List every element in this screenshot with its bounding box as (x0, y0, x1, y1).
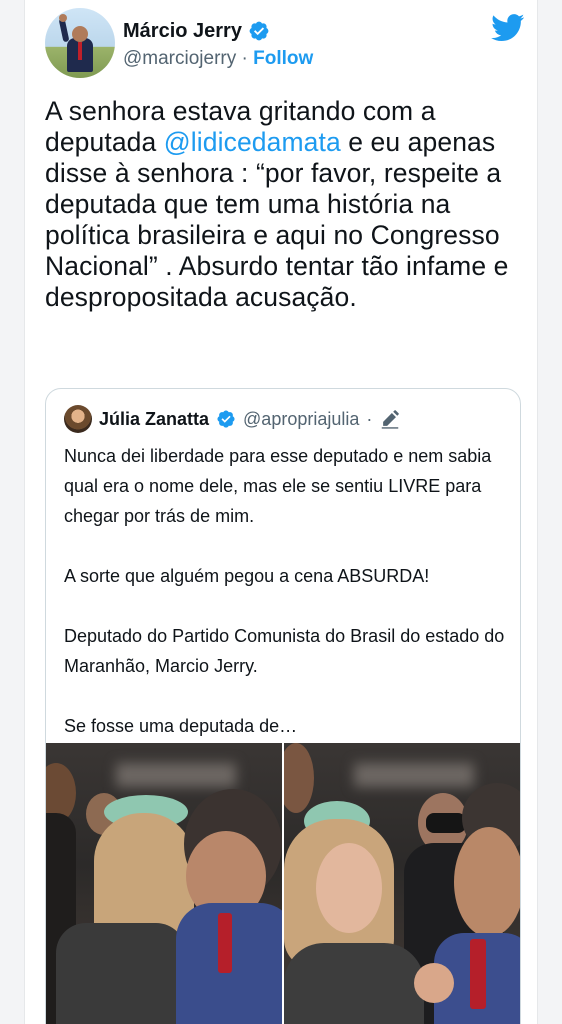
edit-pen-icon (382, 410, 400, 429)
quoted-media (46, 743, 520, 1024)
verified-badge-icon (217, 410, 235, 428)
media-photo-2[interactable] (284, 743, 520, 1024)
author-handle-row: @marciojerry · Follow (123, 48, 313, 70)
quoted-paragraph: Deputado do Partido Comunista do Brasil … (64, 626, 505, 676)
separator-dot: · (236, 48, 254, 69)
twitter-bird-icon[interactable] (491, 14, 525, 42)
quoted-author-name[interactable]: Júlia Zanatta (99, 409, 209, 430)
media-photo-1[interactable] (46, 743, 282, 1024)
verified-badge-icon (249, 21, 269, 41)
mention-link[interactable]: @lidicedamata (164, 127, 341, 157)
tweet-text: A senhora estava gritando com a deputada… (45, 96, 521, 313)
follow-button[interactable]: Follow (253, 48, 313, 69)
quoted-author-avatar[interactable] (64, 405, 92, 433)
quoted-author-handle[interactable]: @apropriajulia (243, 409, 359, 430)
quoted-header: Júlia Zanatta @apropriajulia · (64, 405, 401, 433)
author-handle[interactable]: @marciojerry (123, 48, 236, 69)
author-name-row: Márcio Jerry (123, 18, 270, 44)
quoted-paragraph: Nunca dei liberdade para esse deputado e… (64, 446, 492, 526)
separator-dot: · (366, 408, 373, 429)
quoted-tweet[interactable]: Júlia Zanatta @apropriajulia · Nunca dei… (45, 388, 521, 1024)
quoted-paragraph: A sorte que alguém pegou a cena ABSURDA! (64, 566, 430, 586)
quoted-text: Nunca dei liberdade para esse deputado e… (64, 441, 509, 741)
quoted-paragraph: Se fosse uma deputada de… (64, 716, 298, 736)
author-avatar[interactable] (45, 8, 115, 78)
author-name[interactable]: Márcio Jerry (123, 20, 242, 43)
tweet-header: Márcio Jerry @marciojerry · Follow (45, 8, 525, 80)
tweet-card: Márcio Jerry @marciojerry · Follow A sen… (24, 0, 538, 1024)
